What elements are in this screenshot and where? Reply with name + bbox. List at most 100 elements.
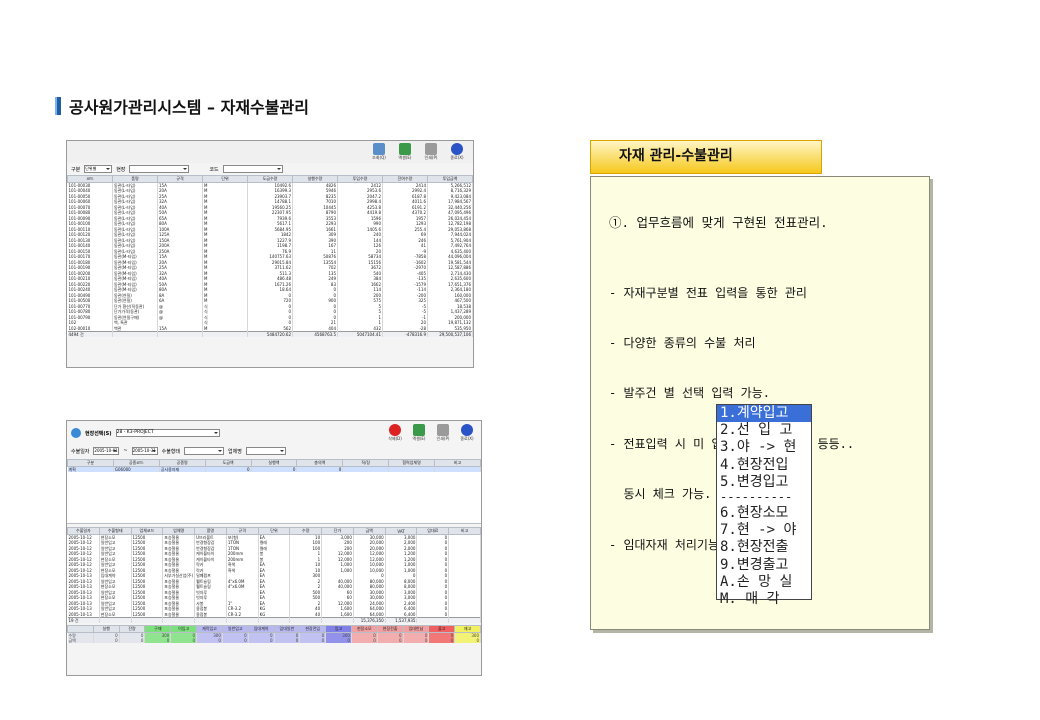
summary-cell: 0	[325, 637, 352, 643]
table-footer-row: 19 건 15,376,350 1,537,935	[67, 616, 481, 623]
company-select[interactable]	[245, 447, 286, 455]
delete-icon	[389, 424, 401, 436]
column-header[interactable]: 단위	[257, 527, 291, 535]
date-to-field[interactable]: 2005-10-31	[131, 447, 158, 455]
company-label: 업체명	[228, 448, 242, 455]
column-header[interactable]: 규격	[225, 527, 259, 535]
excel-button[interactable]: 엑셀(E)	[395, 143, 415, 161]
footer-cell	[99, 616, 132, 623]
summary-cell: 0	[196, 637, 223, 643]
column-header[interactable]: 품명	[194, 527, 227, 535]
power-icon	[451, 143, 463, 155]
page-title-row: 공사원가관리시스템 – 자재수불관리	[55, 94, 309, 118]
footer-cell: 1,537,935	[385, 616, 418, 623]
column-header[interactable]: 잔여수량	[382, 175, 428, 183]
menu-item-change-release[interactable]: 9.변경출고	[717, 557, 811, 574]
column-header[interactable]: 실행수량	[292, 175, 338, 183]
print-button[interactable]: 인쇄(P)	[433, 424, 453, 442]
summary-header: 재막입고	[196, 624, 223, 633]
footer-cell	[289, 616, 323, 623]
summary-cell: 0	[403, 637, 430, 643]
table-footer-row: 4494 건 5484720.62 4568763.5 5047104.41 -4783…	[67, 330, 473, 337]
summary-header: 재고	[454, 624, 481, 633]
column-header[interactable]: 협력업체명	[388, 459, 435, 467]
column-header[interactable]: 수불형태	[98, 527, 132, 535]
menu-item-pre-receipt[interactable]: 2.선 입 고	[717, 422, 811, 439]
menu-item-site-transfer-in[interactable]: 4.현장전입	[717, 457, 811, 474]
summary-cell: 0	[222, 637, 249, 643]
column-header[interactable]: 규격	[157, 175, 203, 183]
column-header[interactable]: 업체명	[162, 527, 196, 535]
menu-item-site-to-yard[interactable]: 7.현 -> 야	[717, 522, 811, 539]
column-header[interactable]: 공종명	[158, 459, 206, 467]
delete-button[interactable]: 삭제(D)	[385, 424, 405, 442]
menu-item-loss[interactable]: A.손 망 실	[717, 574, 811, 591]
footer-cell: 15,376,350	[353, 616, 386, 623]
menu-item-sale[interactable]: M. 매 각	[717, 591, 811, 608]
column-header[interactable]: 품명	[112, 175, 158, 183]
menu-item-change-receipt[interactable]: 5.변경입고	[717, 474, 811, 491]
summary-header: 실행	[92, 624, 120, 633]
summary-cell: 0	[351, 637, 378, 643]
site-select[interactable]: 28 - K3-PROJECT	[115, 429, 220, 437]
column-header[interactable]: 코드	[67, 175, 113, 183]
filter-label-type: 구분	[71, 166, 81, 173]
exit-button[interactable]: 종료(X)	[457, 424, 477, 442]
query-icon	[373, 143, 385, 155]
site-select[interactable]	[129, 165, 190, 173]
column-header[interactable]: 도급수량	[247, 175, 293, 183]
column-header[interactable]: 실행액	[250, 459, 298, 467]
footer-cell: 5484720.62	[247, 330, 293, 337]
menu-item-contract-receipt[interactable]: 1.계약입고	[717, 405, 811, 423]
column-header[interactable]: 금액	[352, 527, 386, 535]
work-type-empty-area	[67, 472, 481, 524]
type-select[interactable]: 단위별	[84, 165, 113, 173]
column-header[interactable]: 비고	[448, 527, 481, 535]
column-header[interactable]: 단위	[202, 175, 248, 183]
column-header[interactable]: 단가	[321, 527, 354, 535]
summary-cell: 0	[428, 637, 456, 643]
material-status-screenshot: 조회(Q) 엑셀(E) 인쇄(P) 종료(X) 구분 단위별 현장 코드 코드 품…	[66, 140, 474, 368]
query-button[interactable]: 조회(Q)	[369, 143, 389, 161]
excel-icon	[399, 143, 411, 155]
excel-button[interactable]: 엑셀(E)	[409, 424, 429, 442]
footer-cell	[112, 330, 158, 337]
print-button[interactable]: 인쇄(P)	[421, 143, 441, 161]
code-select[interactable]	[222, 165, 283, 173]
column-header[interactable]: 총의액	[296, 459, 344, 467]
footer-cell	[157, 330, 203, 337]
menu-item-site-transfer-out[interactable]: 8.현장전출	[717, 539, 811, 556]
date-from-field[interactable]: 2005-10-01	[93, 447, 120, 455]
summary-cell: 0	[377, 637, 404, 643]
footer-cell	[448, 616, 481, 623]
summary-header: 구매	[144, 624, 172, 633]
column-header[interactable]: 수량	[289, 527, 323, 535]
column-header[interactable]: 도급액	[204, 459, 252, 467]
footer-cell: 19 건	[67, 616, 100, 623]
callout-line: - 다양한 종류의 수불 처리	[609, 335, 756, 350]
summary-header: 임대일반	[273, 624, 301, 633]
summary-header: 일반입고	[221, 624, 249, 633]
exit-button[interactable]: 종료(X)	[447, 143, 467, 161]
column-header[interactable]: VAT	[384, 527, 418, 535]
column-header[interactable]: 비고	[434, 459, 481, 467]
footer-cell: 4568763.5	[292, 330, 338, 337]
column-header[interactable]: 투입수량	[337, 175, 383, 183]
voucher-type-select[interactable]	[184, 447, 225, 455]
menu-item-site-consume[interactable]: 6.현장소모	[717, 505, 811, 522]
callout-line: - 발주건 별 선택 입력 가능.	[609, 386, 770, 401]
column-header[interactable]: 수불일자	[67, 527, 100, 535]
menu-item-yard-to-site[interactable]: 3.야 -> 현	[717, 439, 811, 456]
column-header[interactable]: 임대료	[416, 527, 450, 535]
screenshot1-filter-row: 구분 단위별 현장 코드	[67, 163, 473, 175]
summary-header: 현장소모	[350, 624, 378, 633]
screenshot1-toolbar: 조회(Q) 엑셀(E) 인쇄(P) 종료(X)	[67, 141, 473, 163]
summary-header: 잔량	[118, 624, 146, 633]
column-header[interactable]: 직/장	[342, 459, 390, 467]
column-header[interactable]: 투입금액	[427, 175, 473, 183]
printer-icon	[437, 424, 449, 436]
column-header[interactable]: 공종코드	[112, 459, 160, 467]
footer-cell	[202, 330, 248, 337]
column-header[interactable]: 업체코드	[130, 527, 164, 535]
column-header[interactable]: 구분	[67, 459, 114, 467]
